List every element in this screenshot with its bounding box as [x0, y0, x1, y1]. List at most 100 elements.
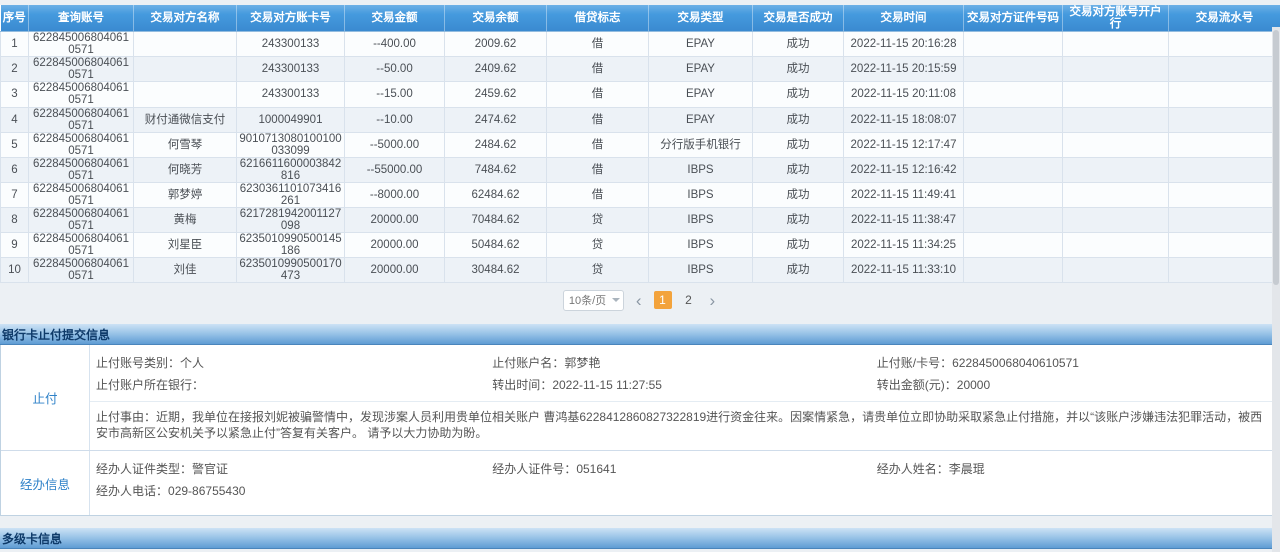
table-cell [964, 32, 1063, 57]
table-cell: 6235010990500145186 [237, 233, 345, 258]
table-row[interactable]: 106228450068040610571刘佳62350109905001704… [1, 258, 1280, 283]
transaction-query-page: 序号查询账号交易对方名称交易对方账卡号交易金额交易余额借贷标志交易类型交易是否成… [0, 0, 1280, 552]
table-cell [964, 157, 1063, 182]
page-number-list: 12 [654, 291, 698, 309]
table-cell: 2409.62 [445, 57, 547, 82]
column-header: 序号 [1, 5, 29, 32]
table-cell: 借 [547, 82, 649, 107]
table-row[interactable]: 46228450068040610571财付通微信支付1000049901--1… [1, 107, 1280, 132]
agent-info-fields: 经办人证件类型警官证 经办人证件号051641 经办人姓名李晨琨 经办人电话02… [90, 451, 1279, 507]
table-cell: EPAY [649, 57, 753, 82]
table-cell: 贷 [547, 208, 649, 233]
table-cell: 成功 [753, 157, 844, 182]
table-cell: 2022-11-15 11:49:41 [844, 182, 964, 207]
table-cell: IBPS [649, 157, 753, 182]
table-cell [134, 57, 237, 82]
field-agent-id-type: 经办人证件类型警官证 [96, 458, 492, 480]
table-cell: --50.00 [345, 57, 445, 82]
table-row[interactable]: 26228450068040610571243300133--50.002409… [1, 57, 1280, 82]
table-cell [1169, 132, 1280, 157]
table-cell: 6 [1, 157, 29, 182]
stop-payment-group: 止付 止付账号类别个人 止付账户名郭梦艳 止付账/卡号6228450068040… [1, 345, 1279, 450]
field-transfer-amount: 转出金额(元)20000 [877, 374, 1279, 396]
table-cell [1063, 182, 1169, 207]
table-cell: 2009.62 [445, 32, 547, 57]
table-cell [1169, 208, 1280, 233]
table-row[interactable]: 36228450068040610571243300133--15.002459… [1, 82, 1280, 107]
table-row[interactable]: 96228450068040610571刘星臣62350109905001451… [1, 233, 1280, 258]
table-cell: 贷 [547, 258, 649, 283]
table-cell: 借 [547, 132, 649, 157]
table-cell: 20000.00 [345, 233, 445, 258]
field-transfer-time: 转出时间2022-11-15 11:27:55 [492, 374, 876, 396]
table-cell [964, 258, 1063, 283]
table-cell: 成功 [753, 57, 844, 82]
table-cell: 借 [547, 107, 649, 132]
table-cell: 9 [1, 233, 29, 258]
table-cell: 6228450068040610571 [29, 233, 134, 258]
table-row[interactable]: 86228450068040610571黄梅621728194200112709… [1, 208, 1280, 233]
table-cell: --55000.00 [345, 157, 445, 182]
table-cell: 30484.62 [445, 258, 547, 283]
table-cell: 6228450068040610571 [29, 82, 134, 107]
table-cell: EPAY [649, 82, 753, 107]
table-cell [964, 132, 1063, 157]
table-cell [964, 233, 1063, 258]
table-cell [1169, 107, 1280, 132]
table-cell [964, 182, 1063, 207]
table-row[interactable]: 56228450068040610571何雪琴90107130801001000… [1, 132, 1280, 157]
table-cell: 2022-11-15 20:11:08 [844, 82, 964, 107]
table-cell: 243300133 [237, 57, 345, 82]
vertical-scrollbar[interactable] [1272, 27, 1280, 552]
table-cell: --10.00 [345, 107, 445, 132]
page-button-1[interactable]: 1 [654, 291, 672, 309]
table-cell: 贷 [547, 233, 649, 258]
table-cell: 243300133 [237, 32, 345, 57]
field-agent-phone: 经办人电话029-86755430 [96, 480, 492, 502]
table-cell: 62484.62 [445, 182, 547, 207]
field-stop-bank: 止付账户所在银行 [96, 374, 492, 396]
table-cell: 9010713080100100033099 [237, 132, 345, 157]
column-header: 交易对方证件号码 [964, 5, 1063, 32]
table-cell [1063, 208, 1169, 233]
field-stop-account-type: 止付账号类别个人 [96, 352, 492, 374]
table-row[interactable]: 66228450068040610571何晓芳62166116000038428… [1, 157, 1280, 182]
table-cell [1169, 258, 1280, 283]
table-cell: 4 [1, 107, 29, 132]
table-cell [1063, 107, 1169, 132]
table-cell [1169, 57, 1280, 82]
table-cell: 6228450068040610571 [29, 208, 134, 233]
column-header: 借贷标志 [547, 5, 649, 32]
table-cell: 10 [1, 258, 29, 283]
next-page-button[interactable]: › [708, 292, 718, 309]
scrollbar-thumb[interactable] [1273, 30, 1279, 285]
field-agent-id-number: 经办人证件号051641 [492, 458, 876, 480]
agent-info-group-label: 经办信息 [1, 451, 90, 515]
table-cell [964, 107, 1063, 132]
column-header: 查询账号 [29, 5, 134, 32]
page-button-2[interactable]: 2 [680, 291, 698, 309]
table-cell: 6228450068040610571 [29, 157, 134, 182]
table-cell: 黄梅 [134, 208, 237, 233]
table-cell: 刘星臣 [134, 233, 237, 258]
stop-payment-group-label: 止付 [1, 345, 90, 450]
stop-payment-reason: 止付事由近期，我单位在接报刘妮被骗警情中，发现涉案人员利用贵单位相关账户 曹鸿基… [90, 401, 1279, 450]
table-cell: 6217281942001127098 [237, 208, 345, 233]
column-header: 交易对方账号开户行 [1063, 5, 1169, 32]
table-cell: EPAY [649, 107, 753, 132]
table-cell: 刘佳 [134, 258, 237, 283]
table-cell: --5000.00 [345, 132, 445, 157]
table-cell: 1 [1, 32, 29, 57]
prev-page-button[interactable]: ‹ [634, 292, 644, 309]
page-size-select[interactable]: 10条/页 [563, 290, 624, 311]
table-cell: 成功 [753, 32, 844, 57]
table-cell: IBPS [649, 233, 753, 258]
table-row[interactable]: 16228450068040610571243300133--400.00200… [1, 32, 1280, 57]
table-cell: EPAY [649, 32, 753, 57]
table-cell: 3 [1, 82, 29, 107]
table-row[interactable]: 76228450068040610571郭梦婷62303611010734162… [1, 182, 1280, 207]
column-header: 交易类型 [649, 5, 753, 32]
table-cell: 2459.62 [445, 82, 547, 107]
table-cell: IBPS [649, 182, 753, 207]
column-header: 交易对方名称 [134, 5, 237, 32]
